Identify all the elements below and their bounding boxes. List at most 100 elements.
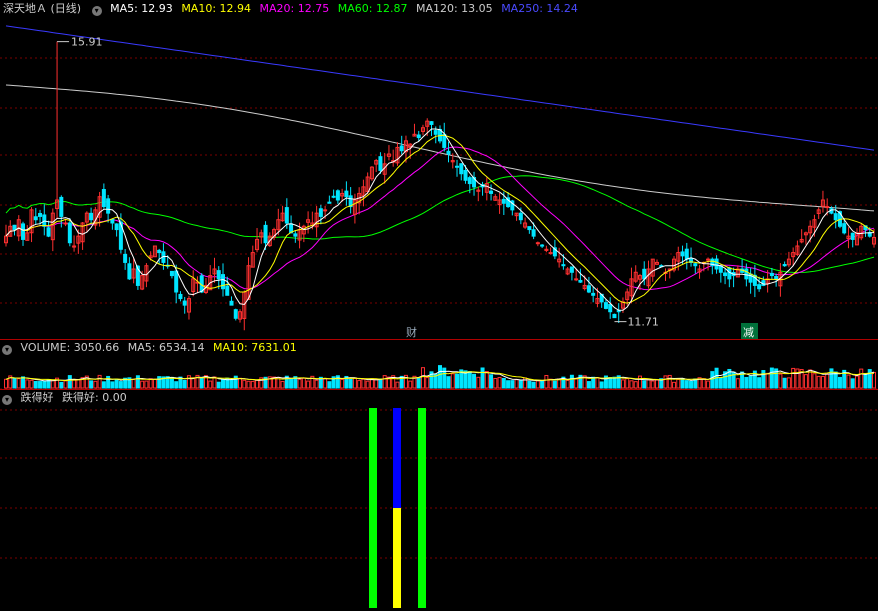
candle	[442, 133, 447, 148]
volume-bar	[484, 371, 489, 389]
volume-bar	[191, 377, 196, 389]
volume-bar	[586, 381, 591, 389]
volume-bar	[89, 380, 94, 389]
event-marker-2: 减	[743, 326, 754, 339]
volume-bar	[514, 379, 519, 389]
volume-bar	[101, 381, 106, 389]
volume-bar	[352, 377, 357, 389]
volume-bar	[378, 378, 383, 389]
volume-bar	[50, 379, 55, 389]
chart-title[interactable]: 深天地Ａ (日线)	[3, 2, 81, 15]
candle	[603, 302, 608, 309]
legend-vol-ma10: MA10: 7631.01	[212, 341, 297, 354]
volume-bar	[527, 380, 532, 389]
chevron-down-icon[interactable]: ▾	[2, 395, 12, 405]
volume-bar	[629, 380, 634, 389]
volume-bar	[67, 375, 72, 389]
candle	[531, 229, 536, 237]
legend-ma120: MA120: 13.05	[415, 2, 493, 15]
candle	[318, 208, 323, 217]
volume-bar	[221, 379, 225, 389]
candle	[178, 293, 183, 300]
volume-bar	[131, 378, 136, 389]
candle	[540, 244, 545, 247]
legend-ma250: MA250: 14.24	[501, 2, 578, 15]
volume-bar	[280, 380, 285, 389]
volume-bar	[63, 380, 68, 389]
candle	[850, 232, 855, 240]
legend-vol-ma5: MA5: 6534.14	[127, 341, 205, 354]
candle	[127, 263, 132, 280]
volume-bar	[854, 375, 859, 389]
candle	[12, 224, 17, 231]
volume-bar	[769, 367, 774, 389]
volume-bar	[212, 376, 217, 389]
volume-bar	[301, 377, 306, 389]
volume-bar	[812, 373, 817, 389]
volume-bar	[859, 368, 864, 389]
volume-bar	[242, 379, 247, 389]
candle	[229, 300, 234, 306]
candle	[38, 212, 43, 217]
candle	[110, 218, 115, 224]
candle	[527, 226, 532, 231]
volume-bar	[114, 378, 119, 389]
volume-bar	[548, 378, 553, 389]
volume-bar	[76, 378, 81, 389]
volume-bar	[480, 367, 485, 389]
volume-bar	[510, 380, 515, 389]
volume-bar	[455, 373, 460, 389]
volume-bar	[365, 380, 370, 389]
volume-bar	[97, 374, 102, 389]
volume-bar	[110, 381, 115, 389]
volume-bar	[552, 380, 557, 389]
volume-legend: ▾ VOLUME: 3050.66 MA5: 6534.14 MA10: 763…	[0, 340, 302, 356]
main-legend: 深天地Ａ (日线) ▾ MA5: 12.93 MA10: 12.94 MA20:…	[0, 1, 583, 17]
volume-bar	[540, 379, 545, 389]
volume-bar	[612, 376, 617, 389]
candle	[591, 292, 596, 296]
volume-bar	[501, 377, 506, 389]
candle	[378, 156, 383, 171]
legend-ma5: MA5: 12.93	[110, 2, 173, 15]
chevron-down-icon[interactable]: ▾	[91, 6, 102, 16]
volume-bar	[535, 380, 540, 389]
candle	[284, 207, 289, 224]
volume-bar	[314, 379, 319, 389]
volume-bar	[25, 379, 30, 389]
volume-bar	[21, 376, 26, 389]
volume-bar	[595, 377, 600, 389]
volume-bar	[672, 381, 677, 389]
volume-bar	[118, 381, 123, 389]
volume-bar	[169, 376, 174, 389]
volume-bar	[29, 379, 34, 389]
candle	[21, 223, 26, 240]
chevron-down-icon[interactable]: ▾	[2, 345, 12, 355]
volume-bar	[135, 375, 140, 389]
volume-bar	[650, 380, 655, 389]
volume-bar	[323, 378, 328, 389]
volume-bar	[476, 376, 481, 389]
candle	[744, 268, 749, 280]
volume-bar	[782, 377, 787, 389]
candle	[548, 252, 553, 255]
candle	[323, 209, 328, 212]
volume-bar	[246, 380, 251, 389]
candle	[642, 268, 647, 280]
candle	[89, 212, 94, 221]
candle	[718, 265, 723, 273]
volume-bar	[174, 381, 179, 389]
candle	[693, 263, 698, 267]
volume-bar	[718, 377, 723, 389]
volume-bar	[361, 378, 366, 389]
stock-chart: 15.91 11.71 财 减	[0, 25, 878, 608]
candle	[327, 201, 332, 204]
candle	[344, 190, 349, 198]
volume-bar	[144, 380, 149, 389]
volume-bar	[450, 373, 455, 389]
candle	[727, 267, 732, 280]
volume-bar	[408, 380, 413, 389]
volume-bar	[497, 377, 502, 389]
volume-bar	[676, 378, 681, 389]
volume-bar	[816, 375, 821, 389]
